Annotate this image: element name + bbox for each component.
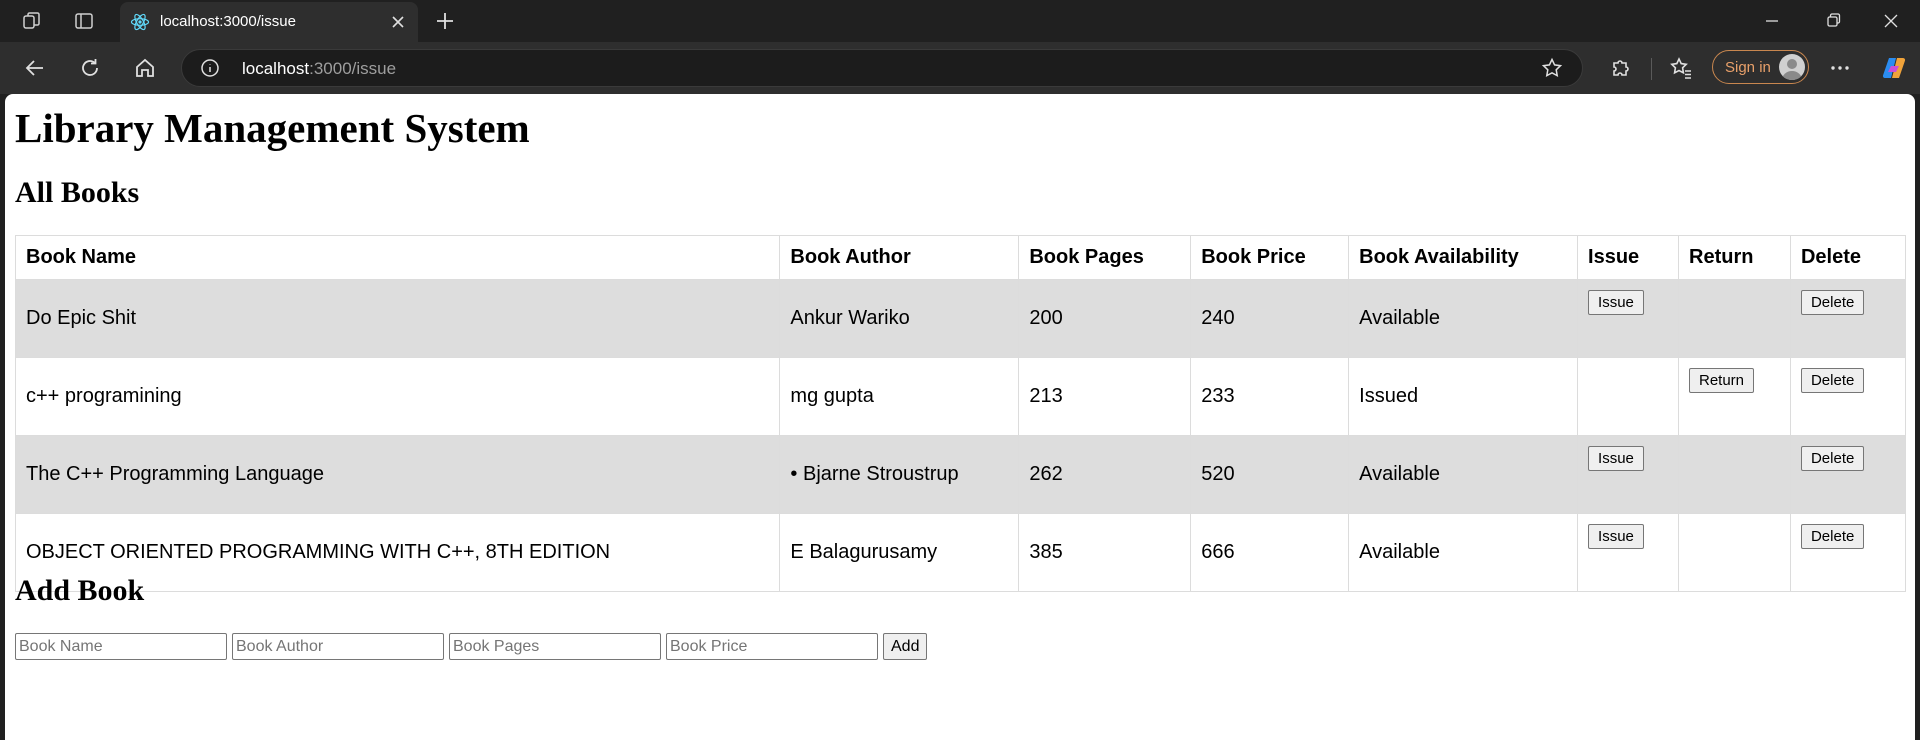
delete-button[interactable]: Delete — [1800, 524, 1865, 549]
back-icon[interactable] — [21, 54, 49, 82]
table-row: OBJECT ORIENTED PROGRAMMING WITH C++, 8T… — [14, 513, 1907, 592]
header-book-pages: Book Pages — [1018, 235, 1192, 280]
reload-icon[interactable] — [76, 54, 104, 82]
book-price-cell: 240 — [1190, 279, 1350, 358]
table-header-row: Book Name Book Author Book Pages Book Pr… — [14, 235, 1907, 280]
table-row: c++ programining mg gupta 213 233 Issued… — [14, 357, 1907, 436]
delete-button[interactable]: Delete — [1800, 446, 1865, 471]
book-name-cell: Do Epic Shit — [14, 279, 781, 358]
book-price-cell: 233 — [1190, 357, 1350, 436]
issue-cell: Issue — [1577, 513, 1679, 592]
browser-titlebar: localhost:3000/issue — [0, 0, 1920, 42]
url-text: localhost:3000/issue — [242, 59, 396, 79]
browser-tab[interactable]: localhost:3000/issue — [120, 2, 418, 42]
issue-cell — [1577, 357, 1679, 436]
copilot-icon[interactable] — [1880, 54, 1908, 82]
address-bar[interactable]: localhost:3000/issue — [181, 49, 1583, 87]
book-price-input[interactable] — [666, 633, 878, 660]
book-author-cell: mg gupta — [779, 357, 1020, 436]
table-row: Do Epic Shit Ankur Wariko 200 240 Availa… — [14, 279, 1907, 358]
delete-cell: Delete — [1789, 435, 1907, 514]
toolbar-divider — [1651, 58, 1652, 80]
book-pages-cell: 385 — [1018, 513, 1192, 592]
favorites-icon[interactable] — [1667, 54, 1695, 82]
book-name-input[interactable] — [15, 633, 227, 660]
sign-in-label: Sign in — [1725, 59, 1771, 76]
close-tab-icon[interactable] — [388, 12, 408, 32]
return-cell: Return — [1678, 357, 1791, 436]
return-cell — [1678, 513, 1791, 592]
book-author-input[interactable] — [232, 633, 444, 660]
table-row: The C++ Programming Language • Bjarne St… — [14, 435, 1907, 514]
book-pages-input[interactable] — [449, 633, 661, 660]
extensions-icon[interactable] — [1606, 54, 1634, 82]
book-name-cell: The C++ Programming Language — [14, 435, 781, 514]
url-path: :3000/issue — [309, 59, 397, 78]
books-table: Book Name Book Author Book Pages Book Pr… — [14, 235, 1907, 592]
more-menu-icon[interactable] — [1826, 54, 1854, 82]
workspaces-icon[interactable] — [20, 9, 44, 33]
header-book-author: Book Author — [779, 235, 1020, 280]
book-availability-cell: Available — [1348, 279, 1579, 358]
book-price-cell: 520 — [1190, 435, 1350, 514]
issue-cell: Issue — [1577, 279, 1679, 358]
header-delete: Delete — [1789, 235, 1907, 280]
all-books-heading: All Books — [15, 176, 140, 209]
tab-title: localhost:3000/issue — [160, 13, 296, 30]
book-name-cell: c++ programining — [14, 357, 781, 436]
restore-icon[interactable] — [1821, 9, 1845, 33]
page-title: Library Management System — [15, 105, 530, 151]
book-availability-cell: Issued — [1348, 357, 1579, 436]
delete-cell: Delete — [1789, 357, 1907, 436]
header-return: Return — [1678, 235, 1791, 280]
close-window-icon[interactable] — [1879, 9, 1903, 33]
new-tab-icon[interactable] — [432, 8, 458, 34]
book-author-cell: Ankur Wariko — [779, 279, 1020, 358]
issue-cell: Issue — [1577, 435, 1679, 514]
add-book-button[interactable]: Add — [883, 633, 928, 660]
book-price-cell: 666 — [1190, 513, 1350, 592]
header-book-name: Book Name — [14, 235, 781, 280]
delete-button[interactable]: Delete — [1800, 290, 1865, 315]
delete-button[interactable]: Delete — [1800, 368, 1865, 393]
book-availability-cell: Available — [1348, 513, 1579, 592]
issue-button[interactable]: Issue — [1588, 524, 1644, 549]
header-issue: Issue — [1577, 235, 1679, 280]
browser-toolbar: localhost:3000/issue Sign in — [0, 42, 1920, 94]
book-availability-cell: Available — [1348, 435, 1579, 514]
add-book-heading: Add Book — [15, 574, 145, 607]
return-cell — [1678, 279, 1791, 358]
page-viewport: Library Management System All Books Book… — [5, 94, 1915, 740]
book-pages-cell: 213 — [1018, 357, 1192, 436]
delete-cell: Delete — [1789, 279, 1907, 358]
add-book-form: Add — [15, 633, 928, 660]
issue-button[interactable]: Issue — [1588, 290, 1644, 315]
book-pages-cell: 200 — [1018, 279, 1192, 358]
home-icon[interactable] — [131, 54, 159, 82]
issue-button[interactable]: Issue — [1588, 446, 1644, 471]
minimize-icon[interactable] — [1760, 9, 1784, 33]
sign-in-button[interactable]: Sign in — [1712, 50, 1809, 84]
book-author-cell: • Bjarne Stroustrup — [779, 435, 1020, 514]
url-host: localhost — [242, 59, 310, 78]
delete-cell: Delete — [1789, 513, 1907, 592]
header-book-price: Book Price — [1190, 235, 1350, 280]
return-cell — [1678, 435, 1791, 514]
vertical-tabs-icon[interactable] — [72, 9, 96, 33]
return-button[interactable]: Return — [1689, 368, 1755, 393]
profile-avatar-icon — [1779, 54, 1805, 80]
book-pages-cell: 262 — [1018, 435, 1192, 514]
react-icon — [130, 12, 150, 32]
site-info-icon[interactable] — [200, 58, 220, 83]
book-author-cell: E Balagurusamy — [779, 513, 1020, 592]
favorite-star-icon[interactable] — [1541, 57, 1563, 84]
header-book-availability: Book Availability — [1348, 235, 1579, 280]
